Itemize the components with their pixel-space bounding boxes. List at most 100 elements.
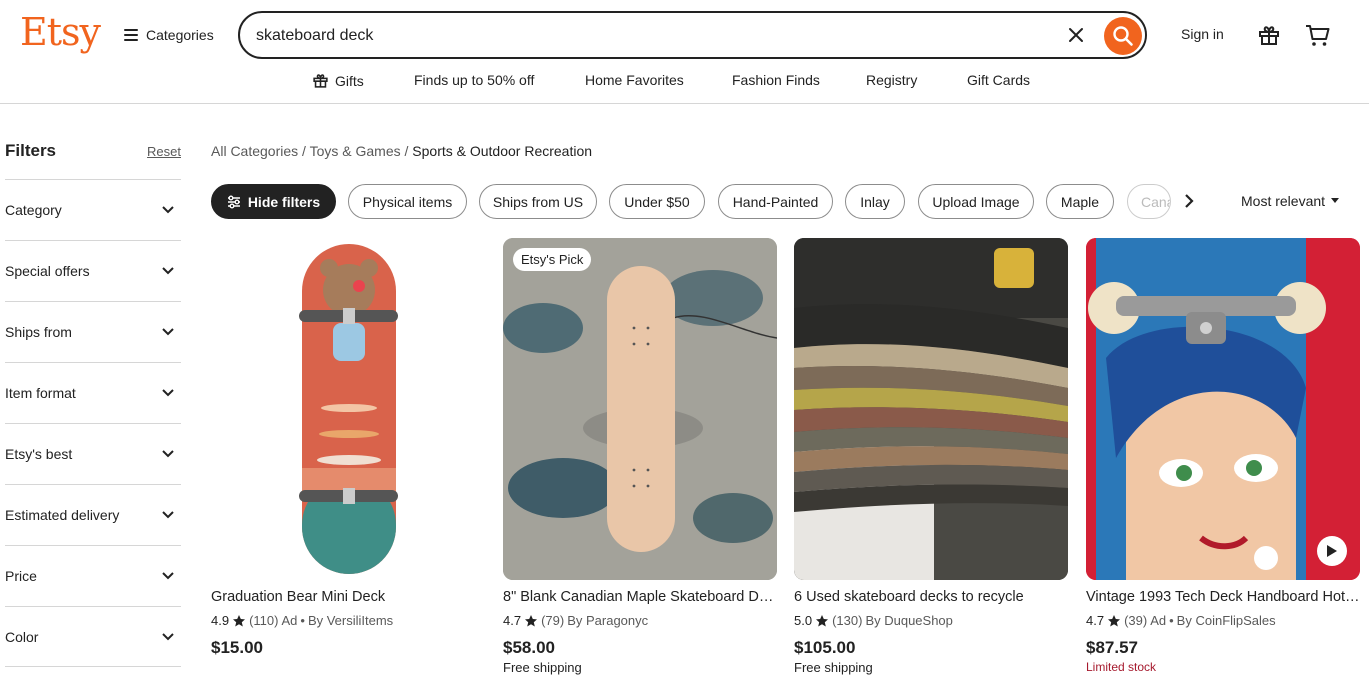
subnav-fashion-finds[interactable]: Fashion Finds — [732, 72, 820, 88]
hide-filters-button[interactable]: Hide filters — [211, 184, 336, 219]
filter-item-format[interactable]: Item format — [5, 362, 181, 423]
product-title[interactable]: 8" Blank Canadian Maple Skateboard Deck — [503, 589, 777, 605]
categories-button[interactable]: Categories — [124, 24, 214, 46]
breadcrumb-link-toys-games[interactable]: Toys & Games — [310, 143, 401, 159]
product-image[interactable] — [794, 238, 1068, 580]
caret-down-icon — [1331, 198, 1340, 203]
product-title[interactable]: Vintage 1993 Tech Deck Handboard Hot Gir… — [1086, 589, 1360, 605]
sliders-icon — [227, 195, 240, 208]
product-image-tech-deck — [1086, 238, 1360, 580]
chip-ships-from-us[interactable]: Ships from US — [479, 184, 597, 219]
cart-icon[interactable] — [1305, 23, 1331, 47]
product-image[interactable]: Etsy's Pick — [503, 238, 777, 580]
product-image-blank-deck — [503, 238, 777, 580]
chevron-down-icon — [162, 511, 174, 519]
subnav-home-favorites[interactable]: Home Favorites — [585, 72, 684, 88]
filter-category[interactable]: Category — [5, 179, 181, 240]
breadcrumb-current: Sports & Outdoor Recreation — [412, 143, 593, 159]
product-image[interactable] — [1086, 238, 1360, 580]
chevron-right-icon[interactable] — [1181, 193, 1197, 209]
sign-in-link[interactable]: Sign in — [1181, 26, 1224, 42]
chip-hand-painted[interactable]: Hand-Painted — [718, 184, 833, 219]
categories-label: Categories — [146, 27, 214, 43]
seller-name[interactable]: By CoinFlipSales — [1177, 613, 1276, 628]
category-subnav: Gifts Finds up to 50% off Home Favorites… — [0, 70, 1369, 92]
chip-under-50[interactable]: Under $50 — [609, 184, 705, 219]
filter-price[interactable]: Price — [5, 545, 181, 606]
product-title[interactable]: Graduation Bear Mini Deck — [211, 589, 485, 605]
sort-label: Most relevant — [1241, 193, 1326, 209]
seller-name[interactable]: By DuqueShop — [865, 613, 952, 628]
seller-name[interactable]: By VersiliItems — [308, 613, 393, 628]
filter-label: Ships from — [5, 324, 72, 340]
filter-ships-from[interactable]: Ships from — [5, 301, 181, 362]
breadcrumb-separator: / — [404, 143, 409, 159]
chevron-down-icon — [162, 389, 174, 397]
chevron-down-icon — [162, 572, 174, 580]
product-image[interactable] — [211, 238, 485, 580]
product-card[interactable]: Vintage 1993 Tech Deck Handboard Hot Gir… — [1086, 238, 1360, 681]
chevron-down-icon — [162, 450, 174, 458]
subnav-finds-up-to-50[interactable]: Finds up to 50% off — [414, 72, 534, 88]
filter-color[interactable]: Color — [5, 606, 181, 667]
product-price: $105.00 — [794, 638, 856, 657]
gift-icon[interactable] — [1257, 23, 1281, 47]
product-card[interactable]: Graduation Bear Mini Deck 4.9 (110) Ad •… — [211, 238, 485, 681]
filter-label: Item format — [5, 385, 76, 401]
product-image-skateboard-bear — [299, 244, 398, 574]
etsy-logo[interactable]: Etsy — [20, 10, 101, 54]
filter-chip-row: Hide filters Physical items Ships from U… — [211, 184, 1361, 220]
chip-physical-items[interactable]: Physical items — [348, 184, 467, 219]
limited-stock-label: Limited stock — [1086, 660, 1157, 674]
rating-value: 4.7 — [503, 613, 522, 628]
chevron-down-icon — [162, 267, 174, 275]
review-count: (79) — [541, 613, 565, 628]
dot-separator: • — [300, 613, 305, 628]
chip-cana[interactable]: Cana — [1127, 184, 1171, 219]
filter-special-offers[interactable]: Special offers — [5, 240, 181, 301]
search-input[interactable] — [256, 25, 1016, 47]
subnav-gifts[interactable]: Gifts — [312, 72, 364, 89]
ad-label: Ad — [281, 613, 298, 628]
site-header: Etsy Categories Sign in — [0, 0, 1369, 104]
hamburger-icon — [124, 29, 138, 41]
play-icon — [1327, 545, 1337, 557]
etsys-pick-badge: Etsy's Pick — [513, 248, 592, 271]
subnav-gift-cards[interactable]: Gift Cards — [967, 72, 1030, 88]
dot-separator: • — [1169, 613, 1174, 628]
seller-name[interactable]: By Paragonyc — [567, 613, 648, 628]
review-count: (39) — [1124, 613, 1148, 628]
review-count: (110) — [249, 613, 279, 628]
close-icon[interactable] — [1066, 25, 1086, 45]
product-card[interactable]: Etsy's Pick 8" Blank Canadian Maple Skat… — [503, 238, 777, 681]
breadcrumb-link-all-categories[interactable]: All Categories — [211, 143, 298, 159]
free-shipping-label: Free shipping — [794, 660, 873, 675]
product-rating: 4.7 (79) By Paragonyc — [503, 613, 648, 628]
star-icon — [233, 614, 246, 626]
product-rating: 4.9 (110) Ad • By VersiliItems — [211, 613, 393, 628]
filter-label: Estimated delivery — [5, 507, 120, 523]
play-video-button[interactable] — [1317, 536, 1347, 566]
product-rating: 5.0 (130) By DuqueShop — [794, 613, 953, 628]
rating-value: 4.7 — [1086, 613, 1105, 628]
chevron-down-icon — [162, 206, 174, 214]
product-title[interactable]: 6 Used skateboard decks to recycle — [794, 589, 1068, 605]
chip-maple[interactable]: Maple — [1046, 184, 1114, 219]
chip-upload-image[interactable]: Upload Image — [918, 184, 1034, 219]
product-price: $58.00 — [503, 638, 555, 657]
product-rating: 4.7 (39) Ad • By CoinFlipSales — [1086, 613, 1276, 628]
product-price: $87.57 — [1086, 638, 1138, 657]
chip-inlay[interactable]: Inlay — [845, 184, 905, 219]
product-card[interactable]: 6 Used skateboard decks to recycle 5.0 (… — [794, 238, 1068, 681]
product-image-stacked-decks — [794, 238, 1068, 580]
filter-estimated-delivery[interactable]: Estimated delivery — [5, 484, 181, 545]
gift-icon — [313, 74, 328, 88]
subnav-label: Gifts — [335, 72, 364, 89]
breadcrumb-separator: / — [302, 143, 306, 159]
filter-etsys-best[interactable]: Etsy's best — [5, 423, 181, 484]
reset-filters-link[interactable]: Reset — [147, 144, 181, 159]
filter-label: Color — [5, 628, 39, 645]
subnav-registry[interactable]: Registry — [866, 72, 917, 88]
sort-dropdown[interactable]: Most relevant — [1241, 193, 1340, 209]
search-button[interactable] — [1104, 17, 1142, 55]
